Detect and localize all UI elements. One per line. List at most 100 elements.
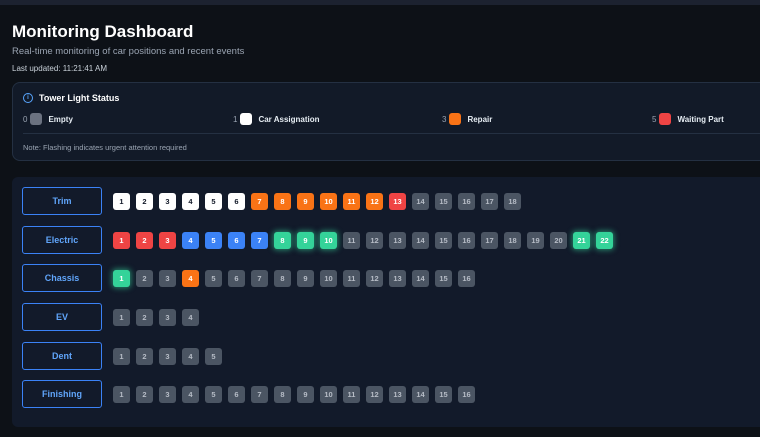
position-slot[interactable]: 8 — [274, 269, 291, 287]
position-slot[interactable]: 4 — [182, 308, 199, 326]
line-button-trim[interactable]: Trim — [22, 187, 102, 215]
position-slot[interactable]: 1 — [113, 192, 130, 210]
position-slot[interactable]: 21 — [573, 231, 590, 249]
position-slot[interactable]: 5 — [205, 385, 222, 403]
position-slot[interactable]: 3 — [159, 308, 176, 326]
position-slot[interactable]: 3 — [159, 347, 176, 365]
position-slot[interactable]: 11 — [343, 385, 360, 403]
position-slot[interactable]: 19 — [527, 231, 544, 249]
position-slot[interactable]: 2 — [136, 347, 153, 365]
legend-item-repair: 3 Repair — [442, 113, 492, 125]
position-slot[interactable]: 10 — [320, 192, 337, 210]
position-slot[interactable]: 2 — [136, 269, 153, 287]
position-slot[interactable]: 14 — [412, 231, 429, 249]
line-row-electric: Electric 1 2 3 4 5 6 7 8 9 10 11 12 13 14 15 16 17 18 19 20… — [22, 226, 619, 254]
line-button-finishing[interactable]: Finishing — [22, 380, 102, 408]
position-slot[interactable]: 2 — [136, 308, 153, 326]
position-slot[interactable]: 7 — [251, 385, 268, 403]
position-slot[interactable]: 14 — [412, 385, 429, 403]
position-slot[interactable]: 18 — [504, 231, 521, 249]
position-slot[interactable]: 14 — [412, 192, 429, 210]
position-slot[interactable]: 6 — [228, 192, 245, 210]
line-row-trim: Trim 1 2 3 4 5 6 7 8 9 10 11 12 13 14 15 16 17 18 — [22, 187, 527, 215]
position-slot[interactable]: 5 — [205, 269, 222, 287]
position-slot[interactable]: 9 — [297, 192, 314, 210]
position-slot[interactable]: 3 — [159, 269, 176, 287]
position-slot[interactable]: 16 — [458, 385, 475, 403]
position-slot[interactable]: 1 — [113, 308, 130, 326]
position-slot[interactable]: 3 — [159, 385, 176, 403]
position-slot[interactable]: 1 — [113, 231, 130, 249]
position-slot[interactable]: 13 — [389, 385, 406, 403]
position-slot[interactable]: 15 — [435, 231, 452, 249]
position-slot[interactable]: 6 — [228, 385, 245, 403]
position-slot[interactable]: 20 — [550, 231, 567, 249]
status-panel-title: i Tower Light Status — [23, 93, 119, 103]
position-slot[interactable]: 7 — [251, 269, 268, 287]
position-slot[interactable]: 13 — [389, 231, 406, 249]
position-slot[interactable]: 4 — [182, 385, 199, 403]
position-slot[interactable]: 6 — [228, 269, 245, 287]
slot-list: 12345 — [113, 347, 228, 365]
position-slot[interactable]: 3 — [159, 231, 176, 249]
position-slot[interactable]: 5 — [205, 192, 222, 210]
position-slot[interactable]: 3 — [159, 192, 176, 210]
position-slot[interactable]: 7 — [251, 192, 268, 210]
position-slot[interactable]: 7 — [251, 231, 268, 249]
position-slot[interactable]: 2 — [136, 385, 153, 403]
position-slot[interactable]: 8 — [274, 192, 291, 210]
position-slot[interactable]: 12 — [366, 385, 383, 403]
position-slot[interactable]: 11 — [343, 269, 360, 287]
position-slot[interactable]: 13 — [389, 192, 406, 210]
position-slot[interactable]: 9 — [297, 231, 314, 249]
position-slot[interactable]: 17 — [481, 192, 498, 210]
legend-label: Waiting Part — [677, 114, 724, 124]
position-slot[interactable]: 12 — [366, 192, 383, 210]
position-slot[interactable]: 2 — [136, 192, 153, 210]
legend-code: 1 — [233, 114, 238, 124]
line-button-electric[interactable]: Electric — [22, 226, 102, 254]
legend-item-waiting-part: 5 Waiting Part — [652, 113, 724, 125]
line-button-ev[interactable]: EV — [22, 303, 102, 331]
position-slot[interactable]: 16 — [458, 231, 475, 249]
position-slot[interactable]: 4 — [182, 347, 199, 365]
position-slot[interactable]: 12 — [366, 231, 383, 249]
position-slot[interactable]: 4 — [182, 231, 199, 249]
line-row-chassis: Chassis 1 2 3 4 5 6 7 8 9 10 11 12 13 14 15 16 — [22, 264, 481, 292]
position-slot[interactable]: 16 — [458, 269, 475, 287]
position-slot[interactable]: 16 — [458, 192, 475, 210]
line-button-dent[interactable]: Dent — [22, 342, 102, 370]
position-slot[interactable]: 1 — [113, 269, 130, 287]
tower-light-status-panel: i Tower Light Status 0 Empty 1 Car Assig… — [12, 82, 760, 161]
line-button-chassis[interactable]: Chassis — [22, 264, 102, 292]
position-slot[interactable]: 15 — [435, 192, 452, 210]
position-slot[interactable]: 4 — [182, 269, 199, 287]
position-slot[interactable]: 9 — [297, 385, 314, 403]
position-slot[interactable]: 13 — [389, 269, 406, 287]
position-slot[interactable]: 2 — [136, 231, 153, 249]
position-slot[interactable]: 17 — [481, 231, 498, 249]
last-updated: Last updated: 11:21:41 AM — [12, 64, 108, 73]
position-slot[interactable]: 14 — [412, 269, 429, 287]
position-slot[interactable]: 5 — [205, 347, 222, 365]
position-slot[interactable]: 8 — [274, 231, 291, 249]
position-slot[interactable]: 1 — [113, 347, 130, 365]
position-slot[interactable]: 8 — [274, 385, 291, 403]
position-slot[interactable]: 22 — [596, 231, 613, 249]
position-slot[interactable]: 12 — [366, 269, 383, 287]
position-slot[interactable]: 18 — [504, 192, 521, 210]
position-slot[interactable]: 15 — [435, 385, 452, 403]
legend-item-car-assignation: 1 Car Assignation — [233, 113, 320, 125]
position-slot[interactable]: 11 — [343, 231, 360, 249]
position-slot[interactable]: 15 — [435, 269, 452, 287]
position-slot[interactable]: 5 — [205, 231, 222, 249]
position-slot[interactable]: 11 — [343, 192, 360, 210]
position-slot[interactable]: 10 — [320, 231, 337, 249]
position-slot[interactable]: 10 — [320, 385, 337, 403]
position-slot[interactable]: 9 — [297, 269, 314, 287]
legend-label: Empty — [48, 114, 73, 124]
position-slot[interactable]: 4 — [182, 192, 199, 210]
position-slot[interactable]: 6 — [228, 231, 245, 249]
position-slot[interactable]: 10 — [320, 269, 337, 287]
position-slot[interactable]: 1 — [113, 385, 130, 403]
